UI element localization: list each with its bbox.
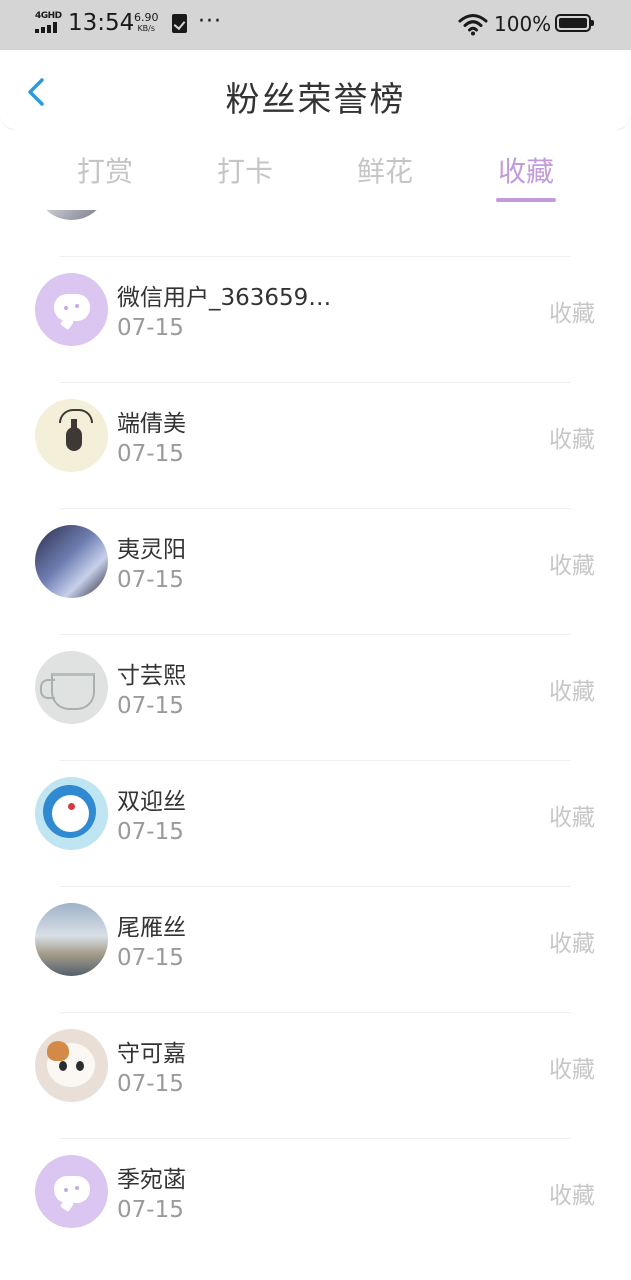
person-photo-avatar (35, 525, 108, 598)
signal-icon: 4GHD (35, 11, 63, 34)
divider (60, 1138, 571, 1139)
list-item[interactable]: 季宛菡 07-15 收藏 (0, 1138, 631, 1264)
tab-flowers[interactable]: 鲜花 (325, 150, 445, 190)
user-name: 双迎丝 (117, 789, 186, 815)
tab-checkin[interactable]: 打卡 (185, 150, 305, 190)
user-name: 端倩美 (117, 411, 186, 437)
action-label: 收藏 (549, 1057, 595, 1083)
list-item[interactable]: 07-15 收藏 (0, 210, 631, 256)
list-item[interactable]: 端倩美 07-15 收藏 (0, 382, 631, 508)
list-item[interactable]: 守可嘉 07-15 收藏 (0, 1012, 631, 1138)
action-label: 收藏 (549, 679, 595, 705)
status-bar: 4GHD 13:54 6.90 KB/s ··· 100% (0, 0, 631, 50)
divider (60, 508, 571, 509)
list-item[interactable]: 双迎丝 07-15 收藏 (0, 760, 631, 886)
deer-avatar (35, 399, 108, 472)
action-label: 收藏 (549, 1183, 595, 1209)
action-label: 收藏 (549, 805, 595, 831)
clipboard-check-icon (172, 14, 187, 33)
list-item[interactable]: 尾雁丝 07-15 收藏 (0, 886, 631, 1012)
date: 07-15 (117, 315, 184, 341)
user-name: 季宛菡 (117, 1167, 186, 1193)
date: 07-15 (117, 1071, 184, 1097)
more-notifications: ··· (198, 9, 222, 34)
divider (60, 634, 571, 635)
action-label: 收藏 (549, 427, 595, 453)
date: 07-15 (117, 441, 184, 467)
kitten-avatar (35, 1029, 108, 1102)
doraemon-avatar (35, 777, 108, 850)
divider (60, 760, 571, 761)
chat-bubble-avatar (35, 273, 108, 346)
date: 07-15 (117, 1197, 184, 1223)
user-name: 寸芸熙 (117, 663, 186, 689)
tab-favorites[interactable]: 收藏 (466, 150, 586, 190)
glass-cup-avatar (35, 651, 108, 724)
user-name: 尾雁丝 (117, 915, 186, 941)
page-title: 粉丝荣誉榜 (225, 80, 406, 120)
fan-list[interactable]: 07-15 收藏 微信用户_363659… 07-15 收藏 端倩美 07-15… (0, 210, 631, 1280)
date: 07-15 (117, 945, 184, 971)
network-type: 4GHD (35, 11, 62, 21)
landscape-avatar (35, 210, 108, 220)
divider (60, 382, 571, 383)
action-label: 收藏 (549, 553, 595, 579)
action-label: 收藏 (549, 301, 595, 327)
clock: 13:54 (68, 10, 135, 36)
action-label: 收藏 (549, 931, 595, 957)
sky-photo-avatar (35, 903, 108, 976)
date: 07-15 (117, 210, 184, 215)
active-tab-indicator (496, 198, 556, 202)
chat-bubble-avatar (35, 1155, 108, 1228)
date: 07-15 (117, 567, 184, 593)
list-item[interactable]: 夷灵阳 07-15 收藏 (0, 508, 631, 634)
network-speed-unit: KB/s (137, 24, 156, 33)
wifi-icon (458, 14, 488, 36)
battery-percent: 100% (494, 12, 552, 36)
user-name: 夷灵阳 (117, 537, 186, 563)
date: 07-15 (117, 819, 184, 845)
user-name: 微信用户_363659… (117, 285, 332, 311)
battery-icon (555, 14, 594, 32)
list-item[interactable]: 寸芸熙 07-15 收藏 (0, 634, 631, 760)
divider (60, 256, 571, 257)
date: 07-15 (117, 693, 184, 719)
user-name: 守可嘉 (117, 1041, 186, 1067)
app-header: 粉丝荣誉榜 (0, 50, 631, 131)
list-item[interactable]: 微信用户_363659… 07-15 收藏 (0, 256, 631, 382)
divider (60, 886, 571, 887)
divider (60, 1012, 571, 1013)
network-speed: 6.90 KB/s (134, 12, 159, 34)
tab-tips[interactable]: 打赏 (45, 150, 165, 190)
